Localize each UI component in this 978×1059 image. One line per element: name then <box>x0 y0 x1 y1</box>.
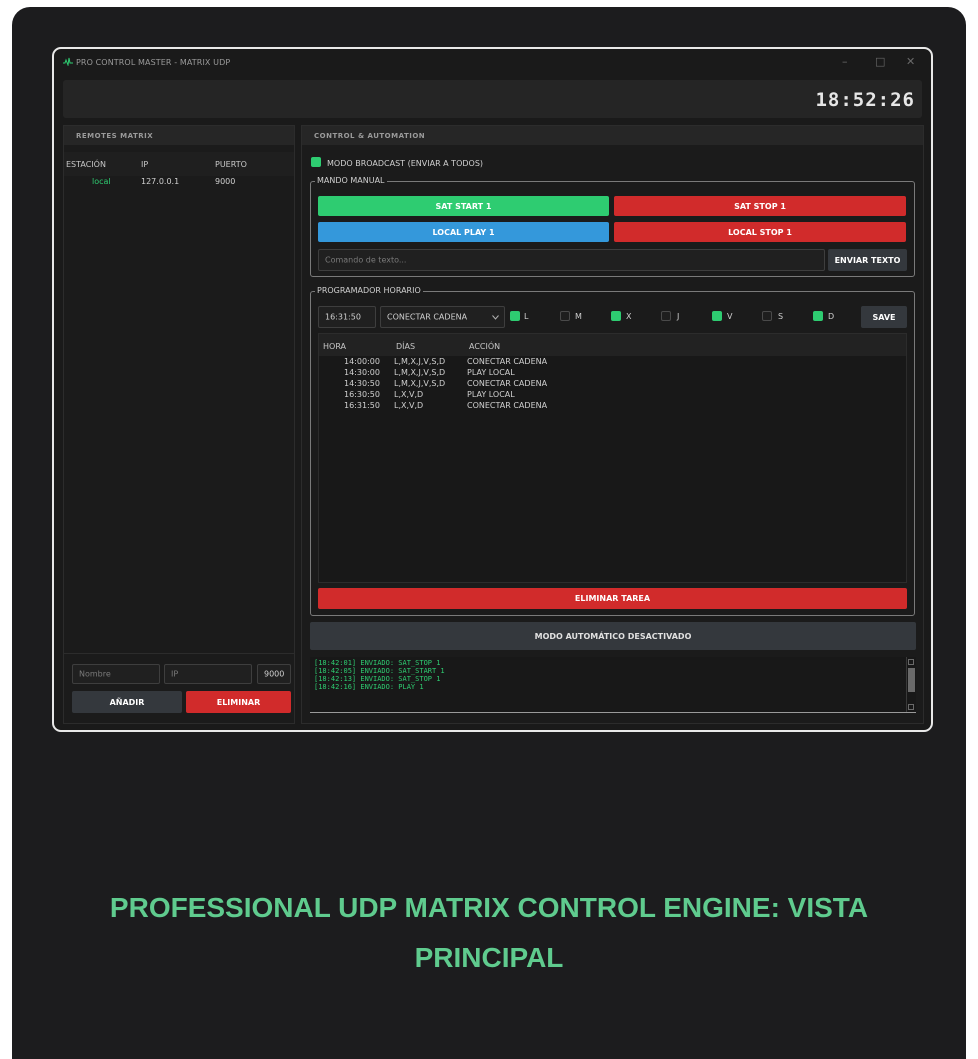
station-port: 9000 <box>215 177 236 186</box>
task-time: 14:30:00 <box>344 368 380 377</box>
task-days: L,M,X,J,V,S,D <box>394 379 446 388</box>
task-time: 14:30:50 <box>344 379 380 388</box>
log-line: [18:42:16] ENVIADO: PLAY 1 <box>314 683 424 691</box>
day-checkbox-d[interactable] <box>813 311 823 321</box>
time-input[interactable]: 16:31:50 <box>318 306 376 328</box>
column-hora[interactable]: HORA <box>323 342 346 351</box>
station-name: local <box>92 177 111 186</box>
remotes-column-header: ESTACIÓN IP PUERTO <box>64 152 294 176</box>
day-checkbox-l[interactable] <box>510 311 520 321</box>
table-row[interactable]: 14:00:00 L,M,X,J,V,S,D CONECTAR CADENA <box>319 357 906 368</box>
title-bar: PRO CONTROL MASTER - MATRIX UDP – □ ✕ <box>54 49 931 75</box>
save-button[interactable]: SAVE <box>861 306 907 328</box>
send-text-button[interactable]: ENVIAR TEXTO <box>828 249 907 271</box>
add-station-button[interactable]: AÑADIR <box>72 691 182 713</box>
task-action: CONECTAR CADENA <box>467 357 548 366</box>
task-days: L,X,V,D <box>394 390 424 399</box>
maximize-button[interactable]: □ <box>875 55 885 68</box>
day-checkbox-m[interactable] <box>560 311 570 321</box>
remotes-title: REMOTES MATRIX <box>76 132 154 140</box>
day-label-s: S <box>778 312 784 321</box>
control-title: CONTROL & AUTOMATION <box>314 132 426 140</box>
clock-display: 18:52:26 <box>815 89 915 111</box>
table-row[interactable]: 14:30:50 L,M,X,J,V,S,D CONECTAR CADENA <box>319 379 906 390</box>
log-line: [18:42:13] ENVIADO: SAT_STOP 1 <box>314 675 441 683</box>
top-bar: 18:52:26 <box>63 80 922 118</box>
day-label-j: J <box>677 312 680 321</box>
log-line: [18:42:05] ENVIADO: SAT_START 1 <box>314 667 445 675</box>
day-label-d: D <box>828 312 835 321</box>
task-time: 16:31:50 <box>344 401 380 410</box>
day-label-x: X <box>626 312 632 321</box>
table-row[interactable]: 14:30:00 L,M,X,J,V,S,D PLAY LOCAL <box>319 368 906 379</box>
column-accion[interactable]: ACCIÓN <box>469 342 500 351</box>
log-line: [18:42:01] ENVIADO: SAT_STOP 1 <box>314 659 441 667</box>
chevron-down-icon <box>492 315 499 320</box>
column-dias[interactable]: DÍAS <box>396 342 415 351</box>
day-checkbox-x[interactable] <box>611 311 621 321</box>
column-estacion[interactable]: ESTACIÓN <box>66 160 106 169</box>
task-time: 16:30:50 <box>344 390 380 399</box>
app-logo-icon <box>63 57 73 66</box>
control-panel: CONTROL & AUTOMATION MODO BROADCAST (ENV… <box>301 125 924 724</box>
tasks-column-header: HORA DÍAS ACCIÓN <box>319 334 906 356</box>
table-row[interactable]: local 127.0.0.1 9000 <box>64 176 294 188</box>
minimize-button[interactable]: – <box>842 55 848 68</box>
remotes-header: REMOTES MATRIX <box>64 126 294 145</box>
manual-group-label: MANDO MANUAL <box>315 176 387 185</box>
station-ip: 127.0.0.1 <box>141 177 180 186</box>
port-input[interactable]: 9000 <box>257 664 291 684</box>
day-label-l: L <box>524 312 529 321</box>
caption: PROFESSIONAL UDP MATRIX CONTROL ENGINE: … <box>12 883 966 983</box>
table-row[interactable]: 16:30:50 L,X,V,D PLAY LOCAL <box>319 390 906 401</box>
command-input[interactable]: Comando de texto... <box>318 249 825 271</box>
task-action: CONECTAR CADENA <box>467 401 548 410</box>
delete-task-button[interactable]: ELIMINAR TAREA <box>318 588 907 609</box>
caption-line-2: PRINCIPAL <box>414 942 564 973</box>
task-days: L,M,X,J,V,S,D <box>394 357 446 366</box>
table-row[interactable]: 16:31:50 L,X,V,D CONECTAR CADENA <box>319 401 906 412</box>
broadcast-label: MODO BROADCAST (ENVIAR A TODOS) <box>327 159 484 168</box>
action-select[interactable]: CONECTAR CADENA <box>380 306 505 328</box>
day-checkbox-s[interactable] <box>762 311 772 321</box>
scroll-up-icon[interactable] <box>908 659 914 665</box>
task-action: CONECTAR CADENA <box>467 379 548 388</box>
column-puerto[interactable]: PUERTO <box>215 160 247 169</box>
scheduler-group-label: PROGRAMADOR HORARIO <box>315 286 423 295</box>
close-button[interactable]: ✕ <box>906 55 915 68</box>
broadcast-checkbox[interactable] <box>311 157 321 167</box>
day-label-m: M <box>575 312 582 321</box>
ip-input[interactable]: IP <box>164 664 252 684</box>
scroll-down-icon[interactable] <box>908 704 914 710</box>
divider <box>64 653 294 654</box>
column-ip[interactable]: IP <box>141 160 148 169</box>
task-days: L,X,V,D <box>394 401 424 410</box>
log-scrollbar[interactable] <box>906 657 916 712</box>
sat-start-button[interactable]: SAT START 1 <box>318 196 609 216</box>
day-label-v: V <box>727 312 733 321</box>
local-play-button[interactable]: LOCAL PLAY 1 <box>318 222 609 242</box>
app-window: PRO CONTROL MASTER - MATRIX UDP – □ ✕ 18… <box>52 47 933 732</box>
window-title: PRO CONTROL MASTER - MATRIX UDP <box>76 58 231 67</box>
local-stop-button[interactable]: LOCAL STOP 1 <box>614 222 906 242</box>
task-action: PLAY LOCAL <box>467 368 515 377</box>
tasks-table: HORA DÍAS ACCIÓN 14:00:00 L,M,X,J,V,S,D … <box>318 333 907 583</box>
caption-line-1: PROFESSIONAL UDP MATRIX CONTROL ENGINE: … <box>109 892 869 923</box>
day-checkbox-v[interactable] <box>712 311 722 321</box>
remotes-panel: REMOTES MATRIX ESTACIÓN IP PUERTO local … <box>63 125 295 724</box>
delete-station-button[interactable]: ELIMINAR <box>186 691 291 713</box>
control-header: CONTROL & AUTOMATION <box>302 126 923 145</box>
log-console: [18:42:01] ENVIADO: SAT_STOP 1 [18:42:05… <box>310 657 916 713</box>
day-checkbox-j[interactable] <box>661 311 671 321</box>
name-input[interactable]: Nombre <box>72 664 160 684</box>
task-days: L,M,X,J,V,S,D <box>394 368 446 377</box>
auto-mode-button[interactable]: MODO AUTOMÁTICO DESACTIVADO <box>310 622 916 650</box>
sat-stop-button[interactable]: SAT STOP 1 <box>614 196 906 216</box>
scrollbar-thumb[interactable] <box>908 668 915 692</box>
task-time: 14:00:00 <box>344 357 380 366</box>
task-action: PLAY LOCAL <box>467 390 515 399</box>
